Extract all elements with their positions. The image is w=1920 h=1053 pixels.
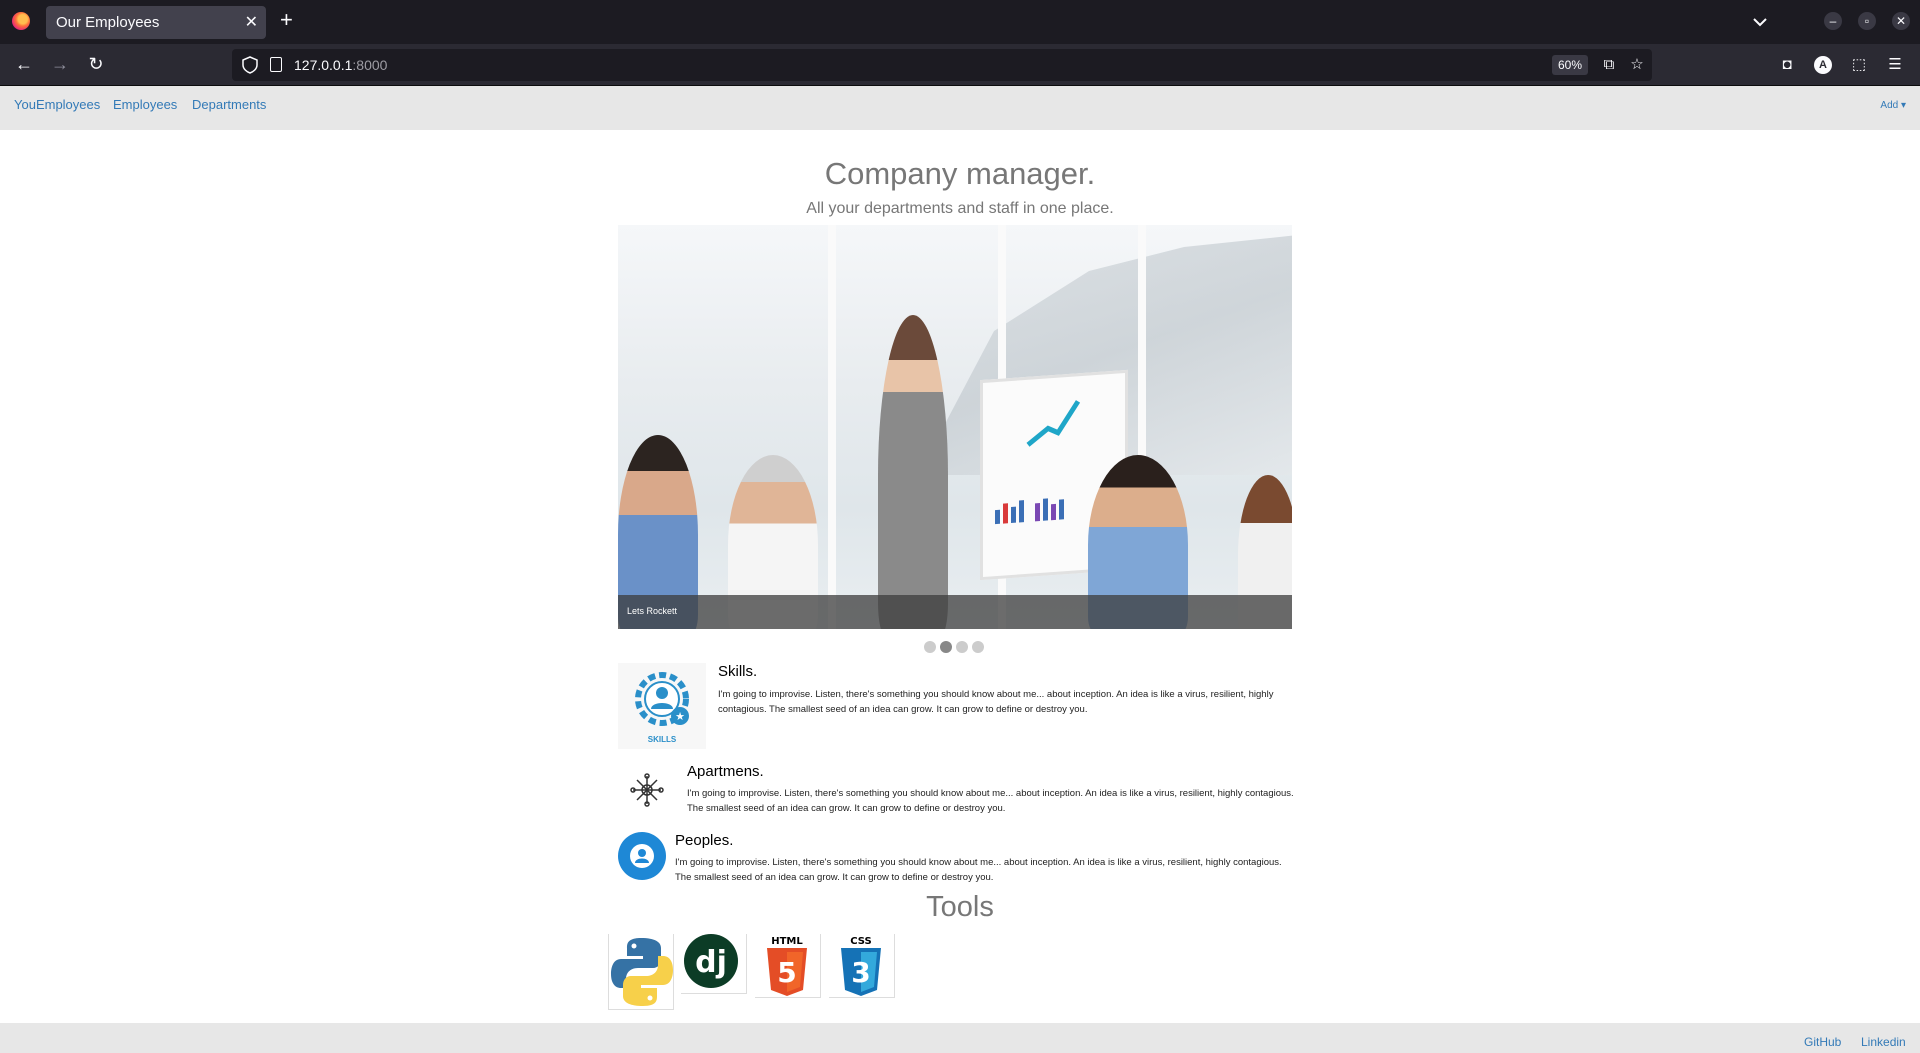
footer-link-linkedin[interactable]: Linkedin — [1861, 1035, 1906, 1049]
svg-text:5: 5 — [777, 956, 796, 989]
skills-gear-icon: ★ SKILLS — [618, 663, 706, 749]
svg-text:HTML: HTML — [771, 936, 803, 947]
extensions-icon[interactable]: ⬚ — [1850, 56, 1868, 74]
shield-icon[interactable] — [242, 56, 258, 74]
page-title: Company manager. — [824, 156, 1096, 191]
pocket-icon[interactable]: ◘ — [1778, 56, 1796, 74]
caption-text: Lets Rockett — [627, 606, 678, 616]
carousel-dot[interactable] — [972, 641, 984, 653]
browser-nav-bar: ← → ↻ 127.0.0.1:8000 60% ⧉ ☆ ◘ A ⬚ ☰ — [0, 44, 1920, 86]
svg-text:dj: dj — [695, 945, 727, 980]
image-carousel[interactable]: Lets Rockett — [618, 225, 1292, 629]
site-footer: GitHub Linkedin — [0, 1023, 1920, 1053]
feature-title-apartmens: Apartmens. — [687, 763, 764, 780]
presenter-figure — [878, 315, 948, 629]
brand-link[interactable]: YouEmployees — [14, 97, 100, 112]
footer-link-github[interactable]: GitHub — [1804, 1035, 1841, 1049]
svg-text:3: 3 — [851, 956, 870, 989]
firefox-logo-icon — [12, 12, 30, 30]
account-avatar-icon[interactable]: A — [1814, 56, 1832, 74]
site-navbar: YouEmployees Employees Departments Add ▾ — [0, 86, 1920, 130]
tab-list-chevron-icon[interactable] — [1750, 12, 1770, 32]
translate-icon[interactable]: ⧉ — [1600, 56, 1618, 74]
nav-link-departments[interactable]: Departments — [192, 97, 266, 112]
html5-logo-icon: HTML 5 — [755, 934, 821, 998]
tab-title: Our Employees — [56, 14, 160, 31]
python-logo-icon — [608, 934, 674, 1010]
bookmark-star-icon[interactable]: ☆ — [1628, 56, 1646, 74]
tab-close-icon[interactable]: ✕ — [245, 12, 258, 32]
url-bar[interactable]: 127.0.0.1:8000 60% ⧉ ☆ — [232, 49, 1652, 81]
close-window-icon[interactable]: ✕ — [1892, 12, 1910, 30]
svg-text:CSS: CSS — [850, 936, 871, 947]
carousel-caption: Lets Rockett — [618, 595, 1292, 629]
nav-link-employees[interactable]: Employees — [113, 97, 177, 112]
forward-arrow-icon[interactable]: → — [48, 52, 72, 76]
person-icon — [618, 832, 666, 880]
page-icon — [270, 57, 282, 72]
reload-icon[interactable]: ↻ — [84, 52, 108, 76]
zoom-level[interactable]: 60% — [1552, 55, 1588, 75]
feature-text-apartmens: I'm going to improvise. Listen, there's … — [687, 788, 1294, 814]
new-tab-icon[interactable]: + — [280, 8, 293, 32]
feature-text-skills: I'm going to improvise. Listen, there's … — [718, 689, 1274, 715]
url-text[interactable]: 127.0.0.1:8000 — [294, 57, 387, 73]
window-frame — [828, 225, 836, 629]
add-dropdown[interactable]: Add ▾ — [1880, 100, 1906, 111]
back-arrow-icon[interactable]: ← — [12, 52, 36, 76]
svg-text:★: ★ — [675, 710, 685, 723]
tools-heading: Tools — [926, 891, 994, 923]
feature-title-peoples: Peoples. — [675, 832, 734, 849]
css3-logo-icon: CSS 3 — [829, 934, 895, 998]
carousel-dot[interactable] — [924, 641, 936, 653]
feature-title-skills: Skills. — [718, 663, 758, 680]
carousel-photo — [618, 225, 1292, 629]
browser-tab[interactable]: Our Employees ✕ — [46, 6, 266, 39]
feature-text-peoples: I'm going to improvise. Listen, there's … — [675, 857, 1282, 883]
carousel-dot-active[interactable] — [940, 641, 952, 653]
skills-icon-label: SKILLS — [647, 735, 677, 744]
menu-hamburger-icon[interactable]: ☰ — [1886, 56, 1904, 74]
minimize-icon[interactable]: – — [1824, 12, 1842, 30]
page-subtitle: All your departments and staff in one pl… — [806, 200, 1114, 217]
django-logo-icon: dj — [681, 934, 747, 994]
network-icon — [618, 762, 676, 818]
carousel-dot[interactable] — [956, 641, 968, 653]
browser-tab-bar: Our Employees ✕ + – ▫ ✕ — [0, 0, 1920, 44]
chart-arrow — [1026, 400, 1081, 447]
restore-icon[interactable]: ▫ — [1858, 12, 1876, 30]
